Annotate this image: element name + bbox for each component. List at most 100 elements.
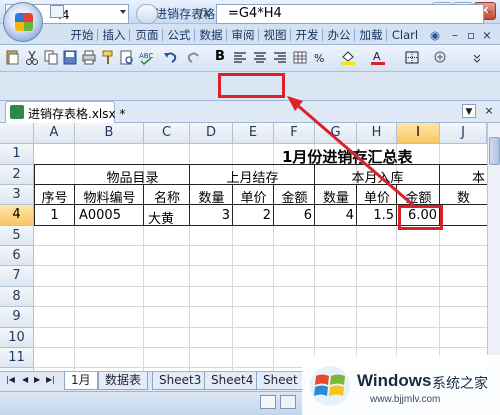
column-header[interactable]: E <box>233 123 274 144</box>
row-header[interactable]: 5 <box>0 226 34 246</box>
sheet-tab-data[interactable]: 数据表 <box>98 372 149 390</box>
cell-D3[interactable]: 数量 <box>190 187 233 206</box>
ribbon-close-icon[interactable]: × <box>480 26 494 44</box>
redo-icon[interactable] <box>186 49 202 66</box>
cut-icon[interactable] <box>24 49 40 66</box>
cell-J3[interactable]: 数 <box>440 187 487 206</box>
cell-D4[interactable]: 3 <box>190 208 230 223</box>
tab-developer[interactable]: 开发 <box>293 26 323 44</box>
ribbon-minimize-icon[interactable]: – <box>448 26 462 44</box>
row-header[interactable]: 10 <box>0 328 34 348</box>
column-header[interactable]: H <box>357 123 397 144</box>
workbook-dropdown-icon[interactable]: ▼ <box>462 104 476 118</box>
select-all-corner[interactable] <box>0 123 34 144</box>
column-header[interactable]: C <box>144 123 190 144</box>
undo-icon[interactable] <box>162 49 178 66</box>
overflow-icon[interactable] <box>470 49 486 66</box>
spellcheck-icon[interactable]: ABC <box>138 49 154 66</box>
format-painter-icon[interactable] <box>100 49 116 66</box>
ribbon-restore-icon[interactable]: ▫ <box>464 26 478 44</box>
formula-bar-resize-handle[interactable] <box>136 4 158 24</box>
column-header[interactable]: J <box>440 123 487 144</box>
chevron-down-icon[interactable] <box>120 10 126 14</box>
macro-record-icon[interactable] <box>50 5 64 18</box>
help-icon[interactable]: ◉ <box>428 26 442 44</box>
tab-clarl[interactable]: Clarl <box>388 26 422 44</box>
row-header[interactable]: 8 <box>0 287 34 307</box>
cell-I3[interactable]: 金额 <box>397 187 440 206</box>
sheet-tab-sheet4[interactable]: Sheet4 <box>204 372 261 390</box>
tab-view[interactable]: 视图 <box>261 26 291 44</box>
normal-view-icon[interactable] <box>260 395 276 409</box>
tab-insert[interactable]: 插入 <box>100 26 130 44</box>
cell-A3[interactable]: 序号 <box>34 187 75 206</box>
row-header[interactable]: 3 <box>0 185 34 205</box>
cell-F4[interactable]: 6 <box>274 208 312 223</box>
cell-F3[interactable]: 金额 <box>274 187 315 206</box>
row-header[interactable]: 2 <box>0 165 34 185</box>
save-icon[interactable] <box>62 49 78 66</box>
tab-addins[interactable]: 加载 <box>357 26 387 44</box>
percent-icon[interactable]: % <box>312 49 328 66</box>
cell-D2[interactable]: 上月结存 <box>190 167 315 186</box>
cell-J2[interactable]: 本 <box>472 167 485 186</box>
cell-B3[interactable]: 物料编号 <box>75 187 144 206</box>
tab-office[interactable]: 办公 <box>325 26 355 44</box>
cell-B4[interactable]: A0005 <box>79 208 121 223</box>
cell-G4[interactable]: 4 <box>315 208 354 223</box>
first-sheet-icon[interactable]: |◀ <box>6 375 15 384</box>
row-header[interactable]: 1 <box>0 144 34 165</box>
paste-icon[interactable] <box>4 49 20 66</box>
cell-A4[interactable]: 1 <box>34 208 75 223</box>
page-layout-icon[interactable] <box>280 395 296 409</box>
row-header[interactable]: 11 <box>0 348 34 368</box>
sheet-tab-sheet3[interactable]: Sheet3 <box>152 372 209 390</box>
align-right-icon[interactable] <box>272 49 288 66</box>
row-header[interactable]: 9 <box>0 307 34 328</box>
more-icon[interactable] <box>432 49 448 66</box>
column-header[interactable]: G <box>315 123 357 144</box>
tab-data[interactable]: 数据 <box>197 26 227 44</box>
copy-icon[interactable] <box>43 49 59 66</box>
bold-icon[interactable]: B <box>212 49 228 66</box>
workbook-close-icon[interactable]: × <box>482 104 496 118</box>
next-sheet-icon[interactable]: ▶ <box>34 375 40 384</box>
cell-E4[interactable]: 2 <box>233 208 271 223</box>
align-left-icon[interactable] <box>232 49 248 66</box>
vertical-scrollbar[interactable] <box>487 123 500 371</box>
row-header[interactable]: 6 <box>0 246 34 266</box>
office-button[interactable] <box>3 2 43 42</box>
table-icon[interactable] <box>292 49 308 66</box>
borders-icon[interactable] <box>404 49 420 66</box>
tab-home[interactable]: 开始 <box>68 26 98 44</box>
tab-review[interactable]: 审阅 <box>229 26 259 44</box>
cell-E3[interactable]: 单价 <box>233 187 274 206</box>
cell-B2[interactable]: 物品目录 <box>75 167 190 186</box>
expand-formula-bar-icon[interactable]: ⌄ <box>486 6 496 22</box>
column-header[interactable]: A <box>34 123 75 144</box>
print-icon[interactable] <box>81 49 97 66</box>
workbook-tab[interactable]: 进销存表格.xlsx * <box>5 101 125 123</box>
column-header[interactable]: F <box>274 123 315 144</box>
column-header[interactable]: B <box>75 123 144 144</box>
last-sheet-icon[interactable]: ▶| <box>46 375 55 384</box>
row-header-active[interactable]: 4 <box>0 205 34 226</box>
row-header[interactable]: 7 <box>0 266 34 287</box>
sheet-tab-sheet5[interactable]: Sheet <box>256 372 305 390</box>
fill-color-icon[interactable] <box>340 49 356 66</box>
scrollbar-thumb[interactable] <box>489 137 500 165</box>
cell-H3[interactable]: 单价 <box>357 187 397 206</box>
cell-G2[interactable]: 本月入库 <box>315 167 440 186</box>
preview-icon[interactable] <box>119 49 135 66</box>
cell-C4[interactable]: 大黄 <box>148 208 174 227</box>
cell-C3[interactable]: 名称 <box>144 187 190 206</box>
cell-G3[interactable]: 数量 <box>315 187 357 206</box>
column-header[interactable]: D <box>190 123 233 144</box>
tab-formulas[interactable]: 公式 <box>165 26 195 44</box>
insert-function-button[interactable]: fx <box>199 6 210 20</box>
font-color-icon[interactable]: A <box>370 49 386 66</box>
tab-page[interactable]: 页面 <box>133 26 163 44</box>
column-header-active[interactable]: I <box>397 123 440 144</box>
cell-H4[interactable]: 1.5 <box>357 208 394 223</box>
sheet-tab-jan[interactable]: 1月 <box>64 372 98 390</box>
